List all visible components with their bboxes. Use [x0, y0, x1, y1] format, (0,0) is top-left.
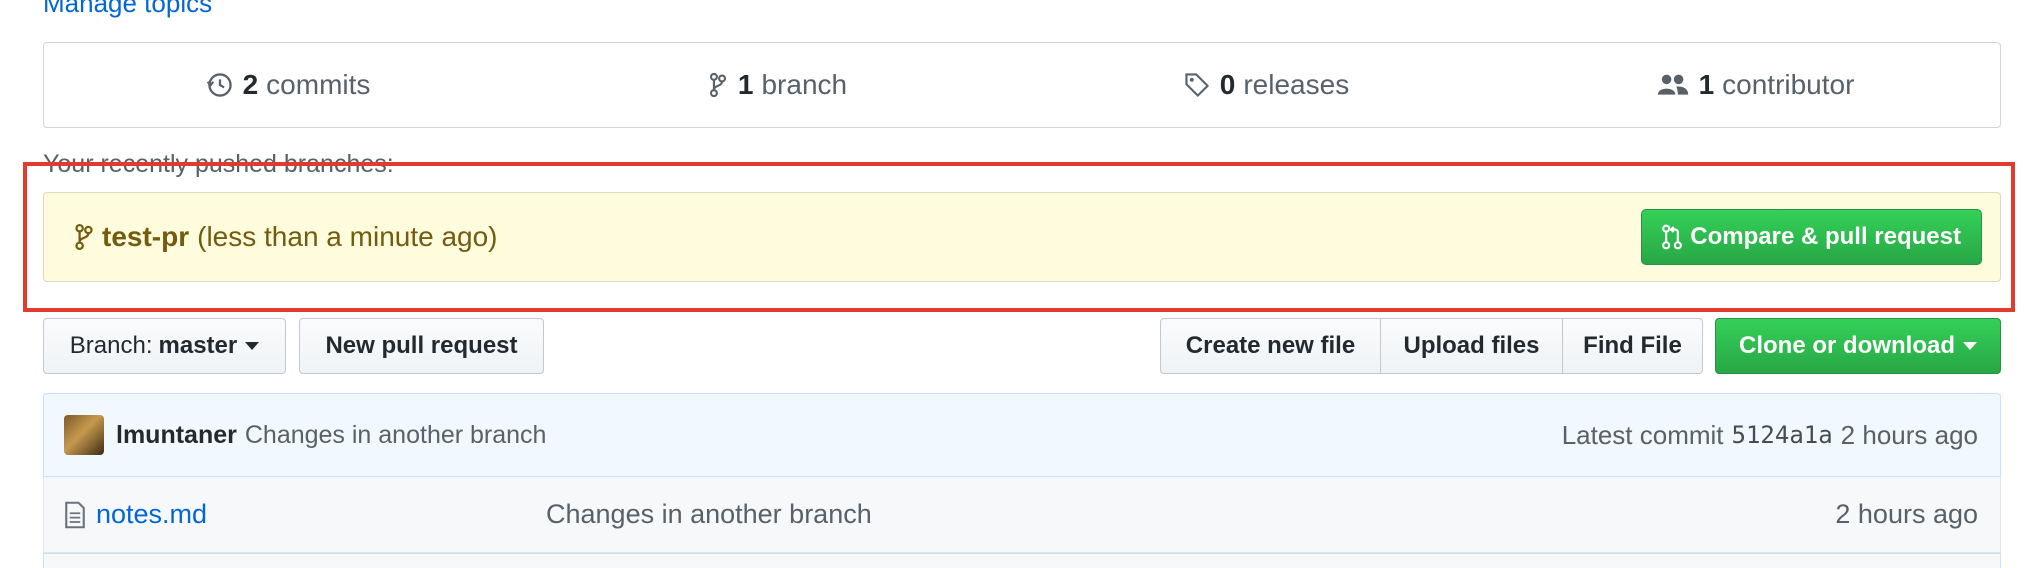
latest-commit-label: Latest commit — [1561, 419, 1724, 450]
commits-count: 2 — [242, 69, 259, 100]
releases-label: releases — [1243, 69, 1350, 100]
highlight-annotation-box — [23, 162, 2015, 312]
create-new-file-button[interactable]: Create new file — [1160, 318, 1381, 374]
releases-count: 0 — [1219, 69, 1236, 100]
file-name[interactable]: notes.md — [96, 499, 546, 530]
table-row: notes.md Changes in another branch 2 hou… — [43, 477, 2001, 553]
commit-age: 2 hours ago — [1840, 419, 1978, 450]
contributors-summary[interactable]: 1 contributor — [1511, 69, 2000, 101]
commits-summary[interactable]: 2 commits — [44, 69, 533, 101]
contributors-label: contributor — [1722, 69, 1855, 100]
people-icon — [1657, 74, 1688, 95]
branch-select-button[interactable]: Branch: master — [43, 318, 286, 374]
branch-value: master — [158, 332, 238, 359]
commit-meta: Latest commit 5124a1a 2 hours ago — [1562, 420, 1978, 451]
branch-prefix: Branch: — [69, 332, 153, 359]
tag-icon — [1185, 73, 1209, 98]
branches-label: branch — [761, 69, 848, 100]
git-branch-icon — [709, 72, 726, 98]
file-commit-message[interactable]: Changes in another branch — [546, 499, 1835, 530]
find-file-button[interactable]: Find File — [1563, 318, 1703, 374]
new-pull-request-button[interactable]: New pull request — [299, 318, 544, 374]
history-icon — [206, 73, 232, 97]
contributors-count: 1 — [1698, 69, 1715, 100]
manage-topics-link[interactable]: Manage topics — [43, 0, 212, 19]
file-icon — [65, 501, 85, 528]
branches-count: 1 — [737, 69, 754, 100]
file-age: 2 hours ago — [1835, 499, 1978, 529]
releases-summary[interactable]: 0 releases — [1022, 69, 1511, 101]
commit-author[interactable]: lmuntaner — [116, 421, 237, 450]
next-row-edge — [43, 553, 2001, 568]
chevron-down-icon — [245, 342, 260, 350]
branches-summary[interactable]: 1 branch — [533, 69, 1022, 101]
numbers-summary: 2 commits 1 branch 0 releases 1 contribu… — [43, 42, 2001, 128]
clone-or-download-label: Clone or download — [1739, 332, 1955, 359]
commit-message[interactable]: Changes in another branch — [245, 421, 1562, 450]
commits-label: commits — [266, 69, 371, 100]
latest-commit-bar: lmuntaner Changes in another branch Late… — [43, 393, 2001, 477]
chevron-down-icon — [1963, 342, 1977, 350]
file-navigation: Branch: master New pull request Create n… — [43, 318, 2001, 374]
commit-sha[interactable]: 5124a1a — [1732, 421, 1833, 449]
avatar[interactable] — [64, 415, 104, 455]
clone-or-download-button[interactable]: Clone or download — [1715, 318, 2001, 374]
upload-files-button[interactable]: Upload files — [1381, 318, 1563, 374]
